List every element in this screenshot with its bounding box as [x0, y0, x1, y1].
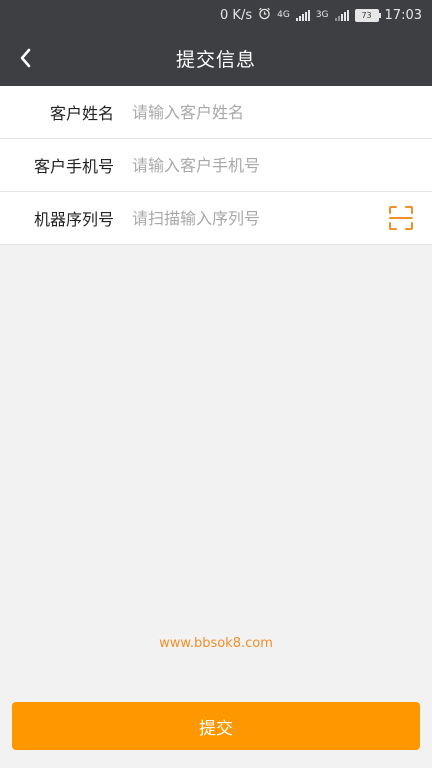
customer-name-input[interactable]: [132, 102, 372, 122]
back-button[interactable]: [12, 44, 40, 72]
scan-icon: [389, 206, 413, 230]
serial-number-label: 机器序列号: [33, 210, 114, 229]
scan-button[interactable]: [388, 205, 414, 231]
signal-icon: [295, 9, 310, 21]
customer-phone-input[interactable]: [132, 155, 372, 175]
network-4g-label: 4G: [277, 9, 290, 20]
page-title: 提交信息: [175, 48, 256, 71]
serial-number-input[interactable]: [132, 208, 372, 228]
signal-icon: [334, 9, 349, 21]
network-3g-label: 3G: [315, 9, 329, 20]
info-form: 客户姓名 客户手机号 机器序列号: [0, 86, 432, 245]
serial-number-row: 机器序列号: [0, 192, 432, 245]
customer-phone-label: 客户手机号: [33, 157, 114, 176]
website-link[interactable]: www.bbsok8.com: [0, 636, 432, 651]
customer-name-label: 客户姓名: [49, 104, 114, 123]
battery-level: 73: [361, 10, 372, 20]
net-speed: 0 K/s: [220, 7, 253, 23]
submit-button[interactable]: 提交: [12, 702, 420, 750]
chevron-left-icon: [20, 48, 31, 68]
customer-name-row: 客户姓名: [0, 86, 432, 139]
battery-icon: 73: [354, 8, 381, 22]
status-bar: 0 K/s 4G 3G 73 17:03: [0, 0, 432, 30]
app-bar: 提交信息: [0, 30, 432, 86]
clock: 17:03: [384, 7, 422, 23]
alarm-icon: [258, 7, 271, 24]
customer-phone-row: 客户手机号: [0, 139, 432, 192]
